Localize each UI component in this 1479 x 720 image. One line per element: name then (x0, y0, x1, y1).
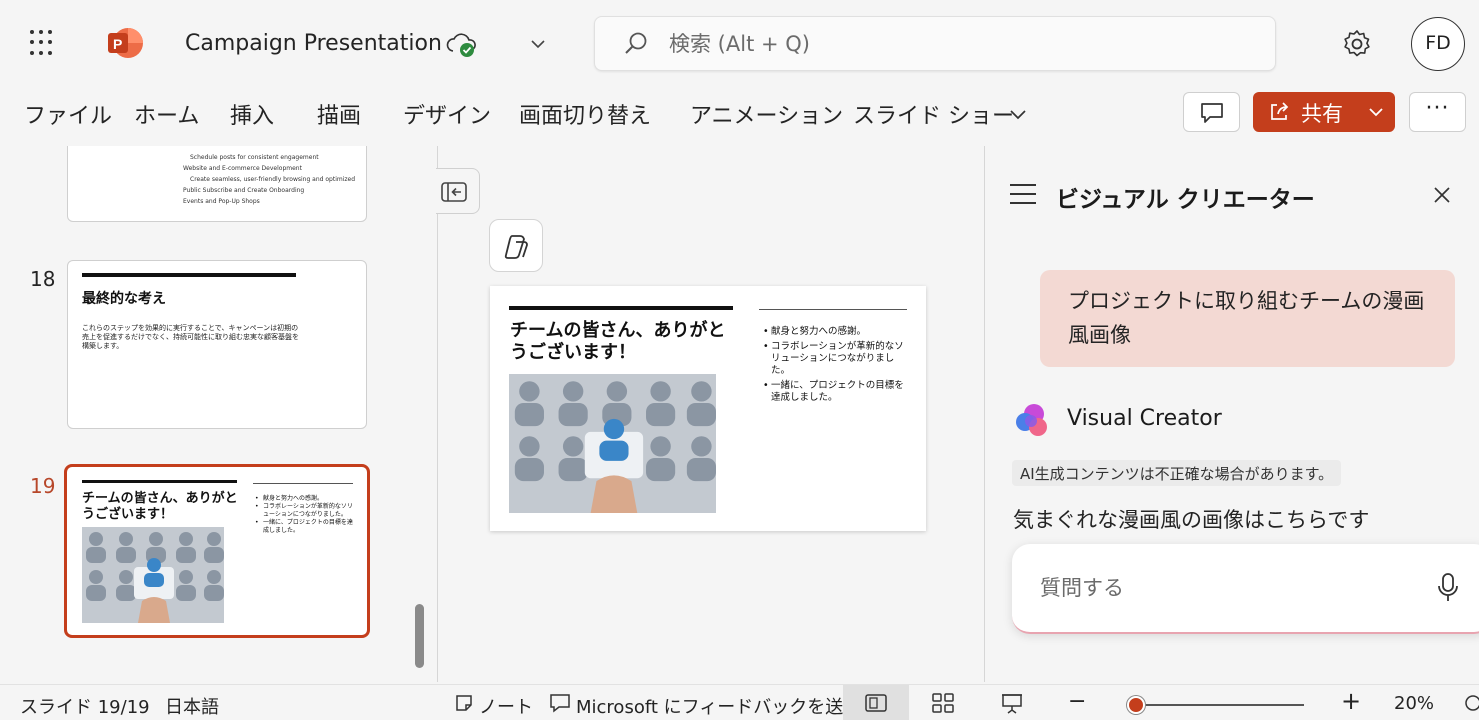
search-box[interactable] (594, 16, 1276, 71)
thumbnail-scrollbar[interactable] (415, 604, 424, 668)
chevron-down-icon[interactable] (528, 34, 548, 54)
search-icon (625, 32, 647, 54)
slide-number: 18 (30, 267, 56, 291)
share-button[interactable]: 共有 (1253, 92, 1395, 132)
slide-sorter-icon[interactable] (932, 693, 954, 713)
powerpoint-logo-icon: P (108, 28, 143, 58)
copilot-icon (504, 235, 528, 259)
ai-disclaimer-badge: AI生成コンテンツは不正確な場合があります。 (1012, 460, 1342, 486)
thumb-body: これらのステップを効果的に実行することで、キャンペーンは初期の売上を促進するだけ… (82, 324, 299, 350)
bullet-item: コラボレーションが革新的なソリューションにつながりました。 (255, 503, 358, 519)
title-rule (509, 306, 733, 310)
slide-thumbnail-17[interactable]: Schedule posts for consistent engagement… (67, 146, 367, 222)
title-bar: P Campaign Presentation FD (0, 0, 1479, 86)
slide-title: チームの皆さん、ありがとうございます！ (82, 491, 238, 522)
avatar[interactable]: FD (1411, 17, 1465, 71)
slide-thumbnail-19-selected[interactable]: チームの皆さん、ありがとうございます！ 献身と努力への感謝。 コラボレーションが… (64, 464, 370, 638)
tab-design[interactable]: デザイン (403, 98, 491, 130)
notes-button[interactable]: ノート (479, 693, 533, 719)
gear-icon[interactable] (1341, 28, 1373, 60)
svg-text:P: P (113, 36, 122, 52)
bullet-item: 献身と努力への感謝。 (255, 495, 358, 503)
tab-draw[interactable]: 描画 (317, 98, 361, 130)
feedback-icon[interactable] (549, 693, 571, 713)
pane-title: ビジュアル クリエーター (1056, 187, 1315, 213)
cloud-saved-icon[interactable] (446, 30, 478, 60)
comments-button[interactable] (1183, 92, 1240, 132)
title-rule (82, 273, 296, 277)
team-puzzle-photo (82, 527, 224, 623)
zoom-in-button[interactable]: + (1341, 687, 1361, 715)
zoom-out-button[interactable]: − (1068, 689, 1086, 714)
tab-file[interactable]: ファイル (24, 98, 112, 130)
close-icon[interactable] (1430, 183, 1454, 207)
pane-divider (437, 146, 438, 682)
divider-rule (759, 309, 907, 310)
feedback-button[interactable]: Microsoft にフィードバックを送信 (576, 693, 861, 719)
fit-to-window-icon[interactable] (1463, 693, 1479, 713)
share-label: 共有 (1301, 102, 1343, 126)
normal-view-icon (865, 694, 887, 712)
assistant-name: Visual Creator (1067, 406, 1222, 431)
team-puzzle-photo (509, 374, 716, 513)
slide-thumbnail-18[interactable]: 最終的な考え これらのステップを効果的に実行することで、キャンペーンは初期の売上… (67, 260, 367, 429)
collapse-thumbnails-button[interactable] (436, 168, 480, 214)
tab-insert[interactable]: 挿入 (230, 98, 274, 130)
user-prompt-bubble: プロジェクトに取り組むチームの漫画風画像 (1040, 270, 1455, 367)
status-bar: スライド 19/19 日本語 ノート Microsoft にフィードバックを送信… (0, 684, 1479, 720)
assistant-reply: 気まぐれな漫画風の画像はこちらです (1013, 508, 1370, 532)
chevron-down-icon (1369, 108, 1383, 117)
document-title[interactable]: Campaign Presentation (185, 31, 442, 56)
notes-icon[interactable] (454, 693, 474, 713)
thumb-text: Events and Pop-Up Shops (183, 198, 260, 205)
bullet-item: 一緒に、プロジェクトの目標を達成しました。 (255, 519, 358, 535)
slide-thumbnail-pane: Schedule posts for consistent engagement… (0, 146, 436, 682)
visual-creator-logo-icon (1016, 404, 1047, 436)
tab-transitions[interactable]: 画面切り替え (519, 98, 651, 130)
bullet-item: 献身と努力への感謝。 (763, 326, 911, 338)
current-slide-canvas[interactable]: チームの皆さん、ありがとうございます！ 献身と努力への感謝。 コラボレーションが… (490, 286, 926, 531)
copilot-button[interactable] (489, 219, 543, 272)
slide-title: チームの皆さん、ありがとうございます！ (510, 320, 726, 363)
thumb-text: Website and E-commerce Development (183, 165, 302, 172)
divider-rule (253, 483, 353, 484)
zoom-percent[interactable]: 20% (1394, 693, 1434, 714)
tab-home[interactable]: ホーム (134, 98, 199, 130)
bullet-item: コラボレーションが革新的なソリューションにつながりました。 (763, 341, 911, 377)
tab-animations[interactable]: アニメーション (690, 98, 843, 130)
tab-slideshow[interactable]: スライド ショー (853, 98, 1014, 130)
ask-input[interactable] (1040, 570, 1400, 606)
thumb-text: Public Subscribe and Create Onboarding (183, 187, 305, 194)
search-input[interactable] (669, 27, 1249, 61)
more-options-button[interactable]: ··· (1409, 92, 1466, 132)
zoom-slider-thumb[interactable] (1127, 696, 1145, 714)
comment-icon (1201, 103, 1223, 123)
pane-divider (984, 146, 985, 682)
share-icon (1271, 102, 1289, 120)
thumb-text: Schedule posts for consistent engagement (190, 154, 319, 161)
hamburger-menu-icon[interactable] (1010, 184, 1036, 206)
chevron-down-icon[interactable] (1006, 102, 1030, 126)
ribbon-tabs: ファイル ホーム 挿入 描画 デザイン 画面切り替え アニメーション スライド … (0, 86, 1479, 144)
app-launcher-icon[interactable] (30, 30, 56, 56)
zoom-slider-track[interactable] (1128, 704, 1304, 706)
thumb-title: 最終的な考え (82, 291, 166, 307)
slide-number: 19 (30, 474, 56, 498)
thumb-text: Create seamless, user-friendly browsing … (190, 176, 356, 183)
chat-input-box[interactable] (1012, 544, 1479, 634)
microphone-icon[interactable] (1436, 572, 1460, 604)
title-rule (82, 480, 237, 483)
presenter-view-icon[interactable] (1001, 693, 1023, 715)
bullet-item: 一緒に、プロジェクトの目標を達成しました。 (763, 380, 911, 404)
slide-counter: スライド 19/19 (20, 697, 150, 718)
collapse-panel-icon (441, 182, 467, 202)
language-indicator[interactable]: 日本語 (165, 693, 219, 719)
normal-view-button[interactable] (843, 685, 909, 720)
